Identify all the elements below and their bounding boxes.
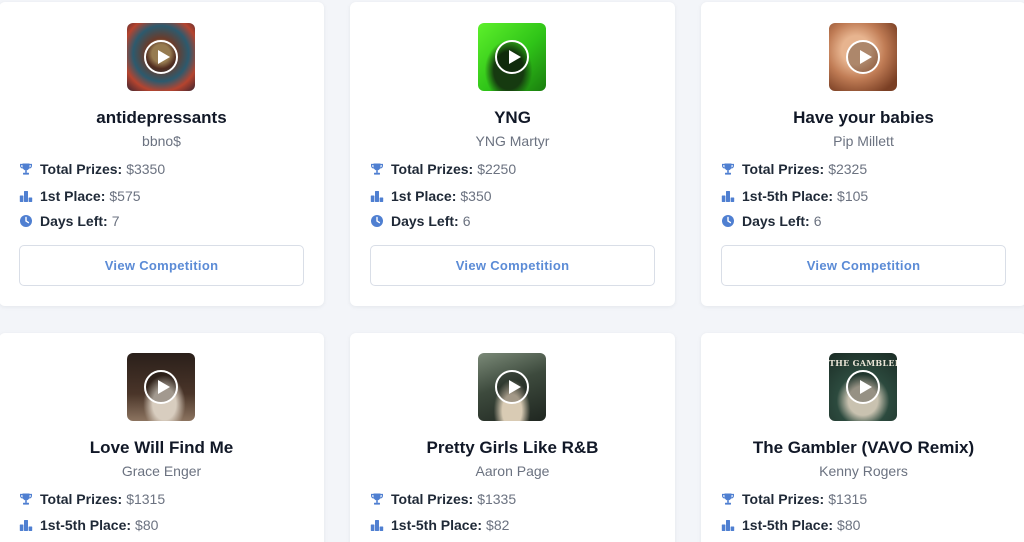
competition-card-love-will-find-me: Love Will Find Me Grace Enger Total Priz…	[0, 333, 324, 542]
place-prize-value: $80	[837, 517, 861, 533]
place-prize-label: 1st Place:	[391, 188, 457, 204]
track-title: Love Will Find Me	[89, 438, 234, 457]
track-thumbnail[interactable]	[127, 353, 195, 421]
total-prizes-value: $1335	[477, 491, 517, 507]
total-prizes: Total Prizes: $2325	[721, 160, 867, 178]
trophy-icon	[721, 162, 735, 176]
place-prize-value: $350	[460, 188, 492, 204]
place-prize-label: 1st Place:	[40, 188, 106, 204]
days-left-value: 6	[813, 213, 822, 229]
artist-name: Pip Millett	[833, 133, 894, 149]
days-left-value: 7	[111, 213, 120, 229]
artist-name: Grace Enger	[121, 463, 202, 479]
total-prizes: Total Prizes: $2250	[370, 160, 516, 178]
trophy-icon	[370, 492, 384, 506]
track-thumbnail[interactable]	[829, 23, 897, 91]
place-prize-value: $80	[135, 517, 159, 533]
track-thumbnail[interactable]	[127, 23, 195, 91]
total-prizes-value: $2250	[477, 161, 517, 177]
place-prize: 1st-5th Place: $105	[721, 187, 868, 205]
total-prizes: Total Prizes: $1315	[19, 490, 165, 508]
total-prizes-label: Total Prizes:	[40, 161, 123, 177]
total-prizes-label: Total Prizes:	[391, 491, 474, 507]
play-icon[interactable]	[144, 370, 178, 404]
days-left-label: Days Left:	[742, 213, 810, 229]
view-competition-button[interactable]: View Competition	[721, 245, 1006, 286]
place-prize-label: 1st-5th Place:	[391, 517, 483, 533]
competition-card-the-gambler-vavo-remix: THE GAMBLER The Gambler (VAVO Remix) Ken…	[701, 333, 1024, 542]
track-title: Pretty Girls Like R&B	[426, 438, 599, 457]
trophy-icon	[19, 162, 33, 176]
cover-text: THE GAMBLER	[829, 358, 897, 368]
trophy-icon	[370, 162, 384, 176]
total-prizes: Total Prizes: $1335	[370, 490, 516, 508]
play-icon[interactable]	[495, 370, 529, 404]
place-prize-label: 1st-5th Place:	[742, 188, 834, 204]
place-prize: 1st Place: $350	[370, 187, 492, 205]
podium-icon	[721, 189, 735, 203]
podium-icon	[19, 518, 33, 532]
place-prize: 1st-5th Place: $80	[721, 516, 860, 534]
view-competition-button[interactable]: View Competition	[19, 245, 304, 286]
podium-icon	[370, 518, 384, 532]
place-prize-value: $575	[109, 188, 141, 204]
days-left-value: 6	[462, 213, 471, 229]
days-left: Days Left: 6	[370, 212, 470, 230]
total-prizes-value: $3350	[126, 161, 166, 177]
play-icon[interactable]	[846, 370, 880, 404]
days-left: Days Left: 7	[19, 212, 119, 230]
total-prizes-value: $2325	[828, 161, 868, 177]
place-prize: 1st-5th Place: $82	[370, 516, 509, 534]
clock-icon	[19, 214, 33, 228]
artist-name: YNG Martyr	[475, 133, 550, 149]
competition-card-yng: YNG YNG Martyr Total Prizes: $2250 1st P…	[350, 2, 675, 306]
podium-icon	[19, 189, 33, 203]
artist-name: Kenny Rogers	[819, 463, 908, 479]
track-title: antidepressants	[96, 108, 227, 127]
total-prizes-label: Total Prizes:	[40, 491, 123, 507]
track-thumbnail[interactable]	[478, 23, 546, 91]
track-thumbnail[interactable]	[478, 353, 546, 421]
artist-name: Aaron Page	[475, 463, 550, 479]
competition-card-antidepressants: antidepressants bbno$ Total Prizes: $335…	[0, 2, 324, 306]
podium-icon	[370, 189, 384, 203]
total-prizes-label: Total Prizes:	[391, 161, 474, 177]
days-left-label: Days Left:	[391, 213, 459, 229]
total-prizes-value: $1315	[828, 491, 868, 507]
clock-icon	[721, 214, 735, 228]
track-title: YNG	[494, 108, 531, 127]
play-icon[interactable]	[846, 40, 880, 74]
place-prize-value: $105	[837, 188, 869, 204]
trophy-icon	[721, 492, 735, 506]
trophy-icon	[19, 492, 33, 506]
total-prizes-label: Total Prizes:	[742, 491, 825, 507]
total-prizes-label: Total Prizes:	[742, 161, 825, 177]
competition-card-pretty-girls-like-rnb: Pretty Girls Like R&B Aaron Page Total P…	[350, 333, 675, 542]
play-icon[interactable]	[144, 40, 178, 74]
track-title: Have your babies	[793, 108, 934, 127]
competition-card-have-your-babies: Have your babies Pip Millett Total Prize…	[701, 2, 1024, 306]
total-prizes: Total Prizes: $3350	[19, 160, 165, 178]
track-thumbnail[interactable]: THE GAMBLER	[829, 353, 897, 421]
total-prizes: Total Prizes: $1315	[721, 490, 867, 508]
place-prize-label: 1st-5th Place:	[742, 517, 834, 533]
place-prize: 1st Place: $575	[19, 187, 141, 205]
place-prize-label: 1st-5th Place:	[40, 517, 132, 533]
track-title: The Gambler (VAVO Remix)	[752, 438, 975, 457]
view-competition-button[interactable]: View Competition	[370, 245, 655, 286]
clock-icon	[370, 214, 384, 228]
place-prize: 1st-5th Place: $80	[19, 516, 158, 534]
total-prizes-value: $1315	[126, 491, 166, 507]
place-prize-value: $82	[486, 517, 510, 533]
play-icon[interactable]	[495, 40, 529, 74]
days-left: Days Left: 6	[721, 212, 821, 230]
artist-name: bbno$	[142, 133, 181, 149]
days-left-label: Days Left:	[40, 213, 108, 229]
podium-icon	[721, 518, 735, 532]
